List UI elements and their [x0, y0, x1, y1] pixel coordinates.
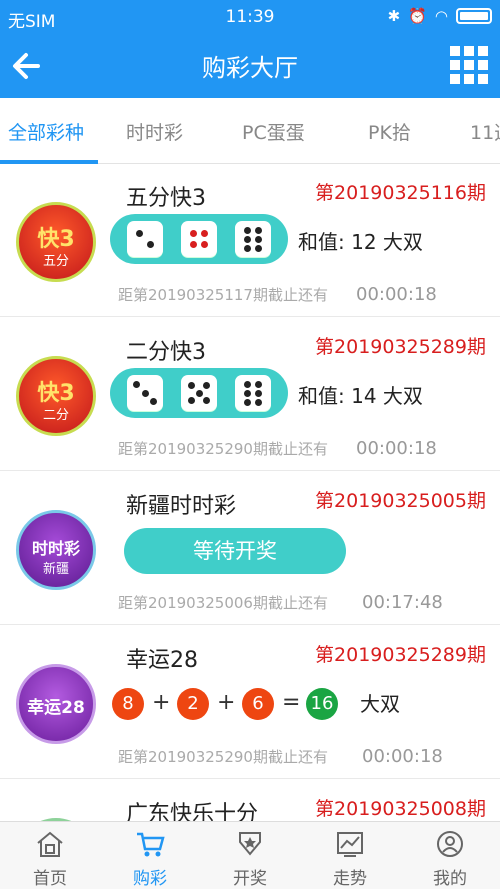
issue-number: 第20190325005期 [315, 490, 486, 512]
tab-all[interactable]: 全部彩种 [8, 118, 84, 145]
dice-result [110, 214, 288, 264]
chart-icon [337, 832, 363, 857]
wifi-icon: ◠ [434, 7, 448, 25]
grid-icon [450, 46, 460, 56]
lottery-name: 幸运28 [126, 648, 198, 673]
countdown-label: 距第20190325006期截止还有 [118, 594, 328, 612]
equals-sign: = [282, 690, 301, 715]
k3-logo-icon: 快3 五分 [16, 202, 96, 282]
waiting-draw-button[interactable]: 等待开奖 [124, 528, 346, 574]
result-text: 大双 [360, 692, 400, 716]
ball-1: 8 [112, 688, 144, 720]
result-text: 和值: 14 大双 [298, 384, 423, 408]
dice-6-icon [235, 221, 271, 257]
dice-result [110, 368, 288, 418]
header-bar: 购彩大厅 [0, 34, 500, 98]
lottery-name: 五分快3 [126, 186, 206, 211]
plus-sign: + [217, 690, 236, 715]
countdown-time: 00:00:18 [356, 284, 437, 305]
countdown-time: 00:00:18 [362, 746, 443, 767]
nav-home[interactable]: 首页 [0, 822, 100, 890]
status-bar: 无SIM 11:39 ✱ ⏰ ◠ [0, 0, 500, 34]
ssc-logo-icon: 时时彩 新疆 [16, 510, 96, 590]
lottery-row-guangdong-klsf[interactable]: 广东快乐十分 第20190325008期 [0, 780, 500, 821]
issue-number: 第20190325008期 [315, 798, 486, 820]
grid-menu-button[interactable] [450, 46, 488, 84]
bottom-nav: 首页 购彩 开奖 走势 我的 [0, 821, 500, 889]
lottery-name: 广东快乐十分 [126, 802, 259, 821]
lottery-name: 二分快3 [126, 340, 206, 365]
dice-2-icon [127, 221, 163, 257]
lottery-row-xinjiang-ssc[interactable]: 时时彩 新疆 新疆时时彩 第20190325005期 等待开奖 距第201903… [0, 472, 500, 625]
nav-mine[interactable]: 我的 [400, 822, 500, 890]
status-icons: ✱ ⏰ ◠ [388, 7, 492, 25]
issue-number: 第20190325289期 [315, 644, 486, 666]
plus-sign: + [152, 690, 171, 715]
lottery-list: 快3 五分 五分快3 第20190325116期 和值: 12 大双 距第201… [0, 164, 500, 821]
issue-number: 第20190325289期 [315, 336, 486, 358]
countdown-time: 00:00:18 [356, 438, 437, 459]
k3-logo-icon: 快3 二分 [16, 356, 96, 436]
alarm-icon: ⏰ [408, 7, 427, 25]
home-icon [37, 831, 63, 857]
lottery-row-erfen-k3[interactable]: 快3 二分 二分快3 第20190325289期 和值: 14 大双 距第201… [0, 318, 500, 471]
page-title: 购彩大厅 [202, 54, 298, 82]
countdown-label: 距第20190325290期截止还有 [118, 440, 328, 458]
countdown-time: 00:17:48 [362, 592, 443, 613]
dice-3-icon [127, 375, 163, 411]
countdown-label: 距第20190325117期截止还有 [118, 286, 328, 304]
trophy-icon [239, 832, 261, 856]
ball-2: 2 [177, 688, 209, 720]
tab-pc-dandan[interactable]: PC蛋蛋 [242, 118, 305, 145]
nav-buy[interactable]: 购彩 [100, 822, 200, 890]
sum-ball: 16 [306, 688, 338, 720]
user-icon [437, 831, 463, 857]
bluetooth-icon: ✱ [387, 7, 401, 25]
tab-pk10[interactable]: PK拾 [368, 118, 411, 145]
ball-3: 6 [242, 688, 274, 720]
battery-icon [456, 8, 492, 24]
dice-4-icon [181, 221, 217, 257]
lottery-row-lucky28[interactable]: 幸运28 幸运28 第20190325289期 8 + 2 + 6 = 16 大… [0, 626, 500, 779]
dice-6-icon [235, 375, 271, 411]
dice-5-icon [181, 375, 217, 411]
lottery-name: 新疆时时彩 [126, 494, 237, 519]
issue-number: 第20190325116期 [315, 182, 486, 204]
result-text: 和值: 12 大双 [298, 230, 423, 254]
nav-draw[interactable]: 开奖 [200, 822, 300, 890]
nav-trend[interactable]: 走势 [300, 822, 400, 890]
countdown-label: 距第20190325290期截止还有 [118, 748, 328, 766]
tab-11x5[interactable]: 11选 [470, 118, 500, 145]
lucky28-logo-icon: 幸运28 [16, 664, 96, 744]
cart-icon [137, 832, 165, 857]
lottery-row-wufen-k3[interactable]: 快3 五分 五分快3 第20190325116期 和值: 12 大双 距第201… [0, 164, 500, 317]
tab-ssc[interactable]: 时时彩 [126, 118, 183, 145]
category-tabs: 全部彩种 时时彩 PC蛋蛋 PK拾 11选 [0, 98, 500, 164]
